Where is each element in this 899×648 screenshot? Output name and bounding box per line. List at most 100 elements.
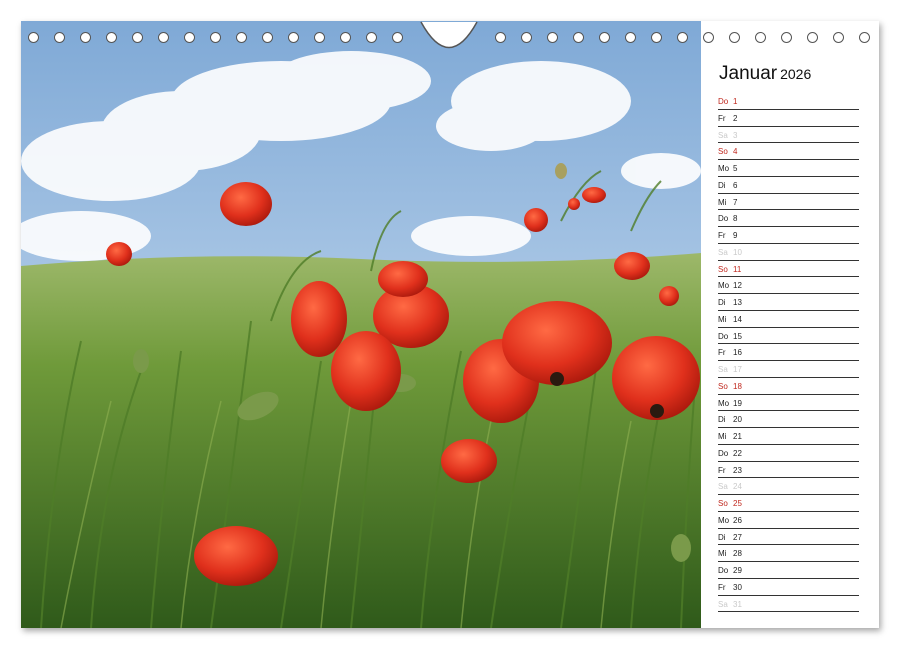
day-row: Do 8 [718,210,859,227]
weekday-label: Sa [718,365,728,374]
day-row: Fr 30 [718,579,859,596]
binding-ring [625,32,636,43]
day-number: 5 [733,164,738,173]
day-number: 19 [733,398,742,408]
day-row: Sa 3 [718,127,859,144]
binding-ring [521,32,532,43]
day-row: Di 6 [718,177,859,194]
day-number: 7 [733,197,738,207]
weekday-label: Sa [718,130,728,140]
weekday-label: Mi [718,314,727,324]
day-row: Di 20 [718,411,859,428]
weekday-label: Do [718,331,729,341]
weekday-label: Sa [718,482,728,492]
day-row: Mi 21 [718,428,859,445]
binding-ring [106,32,117,43]
day-number: 16 [733,348,742,358]
weekday-label: Sa [718,599,728,609]
binding-ring [573,32,584,43]
weekday-label: Mo [718,398,730,408]
binding-ring [314,32,325,43]
weekday-label: Do [718,214,729,224]
day-number: 11 [733,264,742,274]
binding-ring [80,32,91,43]
month-name: Januar [719,63,778,84]
weekday-label: Mo [718,281,730,291]
day-row: Fr 16 [718,344,859,361]
day-number: 1 [733,97,738,106]
binding-ring [132,32,143,43]
day-row: Fr 2 [718,110,859,127]
weekday-label: Di [718,298,726,307]
weekday-label: So [718,499,728,508]
month-year: 2026 [780,66,812,82]
day-number: 17 [733,365,742,374]
weekday-label: So [718,147,728,157]
binding-ring [262,32,273,43]
day-row: Sa 17 [718,361,859,378]
day-row: Do 29 [718,562,859,579]
day-number: 12 [733,281,742,291]
day-row: Sa 31 [718,596,859,613]
day-number: 15 [733,331,742,341]
day-number: 30 [733,582,742,592]
day-row: Mo 26 [718,512,859,529]
day-number: 31 [733,599,742,609]
weekday-label: So [718,381,728,391]
day-number: 10 [733,247,742,257]
weekday-label: Fr [718,465,726,475]
binding-ring [599,32,610,43]
binding-ring [651,32,662,43]
day-list: Do 1 Fr 2 Sa 3 So 4 Mo 5 Di 6 Mi 7 Do 8 Fr 9 Sa 10 So 11 Mo 12 D… [718,93,859,613]
day-row: Mo 12 [718,277,859,294]
binding-ring [184,32,195,43]
day-number: 20 [733,415,742,425]
day-number: 6 [733,180,738,190]
day-number: 27 [733,532,742,542]
weekday-label: Di [718,532,726,542]
weekday-label: Do [718,566,729,575]
weekday-label: Fr [718,582,726,592]
day-number: 22 [733,448,742,458]
day-number: 14 [733,314,742,324]
day-number: 21 [733,432,742,441]
day-number: 29 [733,566,742,575]
day-row: Fr 23 [718,462,859,479]
day-row: Sa 10 [718,244,859,261]
binding-ring [392,32,403,43]
calendar-hanger [420,21,478,49]
binding-ring [677,32,688,43]
weekday-label: Fr [718,348,726,358]
day-number: 23 [733,465,742,475]
day-row: So 25 [718,495,859,512]
day-number: 8 [733,214,738,224]
day-row: Fr 9 [718,227,859,244]
day-row: So 18 [718,378,859,395]
weekday-label: Fr [718,231,726,240]
weekday-label: Sa [718,247,728,257]
day-row: Mi 28 [718,545,859,562]
day-number: 28 [733,549,742,559]
day-number: 24 [733,482,742,492]
day-number: 3 [733,130,738,140]
weekday-label: Mi [718,432,727,441]
binding-ring [236,32,247,43]
day-row: So 4 [718,143,859,160]
binding-ring [340,32,351,43]
weekday-label: Mo [718,515,730,525]
day-row: Sa 24 [718,478,859,495]
weekday-label: Mo [718,164,730,173]
binding-ring [495,32,506,43]
day-number: 18 [733,381,742,391]
day-row: Mi 7 [718,194,859,211]
month-title: Januar 2026 [719,63,811,85]
day-row: Do 22 [718,445,859,462]
weekday-label: Di [718,415,726,425]
binding-ring [547,32,558,43]
binding-ring [28,32,39,43]
day-number: 9 [733,231,738,240]
day-number: 2 [733,113,738,123]
binding-ring [54,32,65,43]
day-row: So 11 [718,261,859,278]
day-row: Di 27 [718,529,859,546]
